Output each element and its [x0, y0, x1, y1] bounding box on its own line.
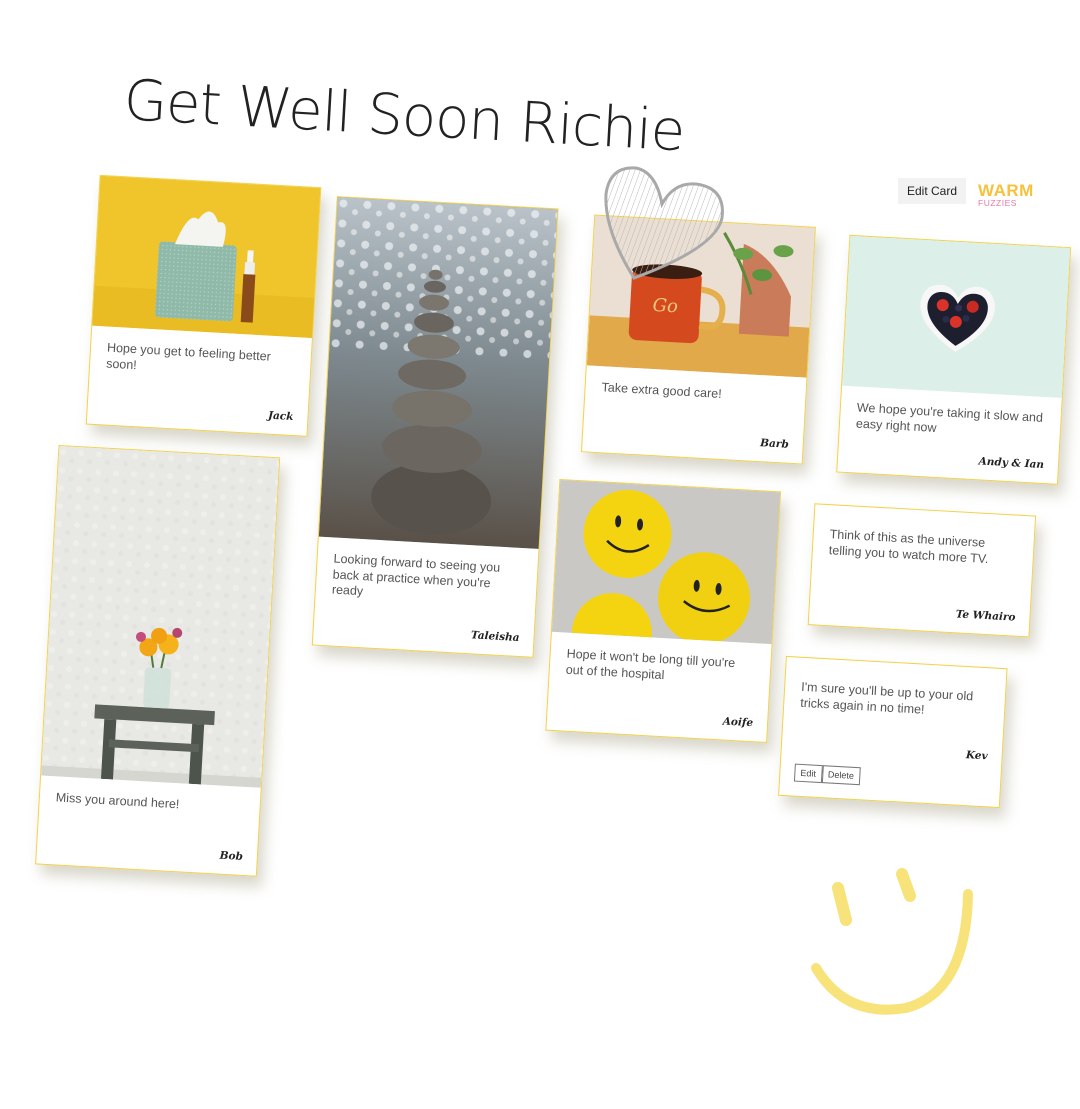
berries-image	[842, 235, 1071, 398]
message-card-kev[interactable]: I'm sure you'll be up to your old tricks…	[778, 655, 1008, 809]
card-signature: Aoife	[722, 715, 754, 730]
message-card-bob[interactable]: Miss you around here! Bob	[35, 444, 281, 877]
card-actions: Edit Delete	[793, 763, 861, 786]
message-card-aoife[interactable]: Hope it won't be long till you're out of…	[545, 478, 782, 743]
message-card-andy-ian[interactable]: We hope you're taking it slow and easy r…	[836, 234, 1072, 485]
stones-image	[318, 197, 558, 549]
edit-card-button[interactable]: Edit Card	[898, 178, 967, 204]
logo-line-2: FUZZIES	[978, 198, 1017, 208]
tissue-box-photo	[92, 175, 321, 338]
card-signature: Te Whairo	[955, 608, 1016, 624]
warm-fuzzies-logo[interactable]: WARM FUZZIES	[978, 182, 1034, 208]
card-message: Think of this as the universe telling yo…	[828, 527, 989, 566]
card-signature: Jack	[267, 409, 294, 424]
message-card-te-whairo[interactable]: Think of this as the universe telling yo…	[807, 503, 1037, 638]
flowers-on-stool-photo	[41, 446, 280, 788]
heart-berries-photo	[842, 235, 1071, 398]
logo-line-1: WARM	[978, 181, 1034, 200]
flowers-image	[41, 446, 280, 788]
tissue-box-image	[92, 175, 321, 338]
svg-text:Go: Go	[652, 295, 679, 317]
message-card-taleisha[interactable]: Looking forward to seeing you back at pr…	[311, 196, 559, 658]
stacked-stones-photo	[318, 197, 558, 549]
balloons-image	[551, 480, 781, 645]
card-signature: Kev	[965, 749, 988, 763]
edit-message-button[interactable]: Edit	[793, 763, 823, 784]
smiley-balloons-photo	[551, 480, 781, 645]
message-card-jack[interactable]: Hope you get to feeling better soon! Jac…	[85, 174, 322, 437]
card-signature: Andy & Ian	[978, 455, 1045, 472]
heart-doodle-icon	[604, 166, 724, 280]
card-message: Looking forward to seeing you back at pr…	[331, 551, 501, 599]
card-signature: Barb	[759, 437, 790, 451]
smiley-doodle-icon	[811, 868, 973, 1015]
card-message: I'm sure you'll be up to your old tricks…	[799, 679, 974, 717]
card-signature: Taleisha	[470, 629, 520, 644]
page-title: Get Well Soon Richie	[122, 68, 687, 165]
card-signature: Bob	[219, 849, 244, 863]
delete-message-button[interactable]: Delete	[821, 765, 861, 786]
